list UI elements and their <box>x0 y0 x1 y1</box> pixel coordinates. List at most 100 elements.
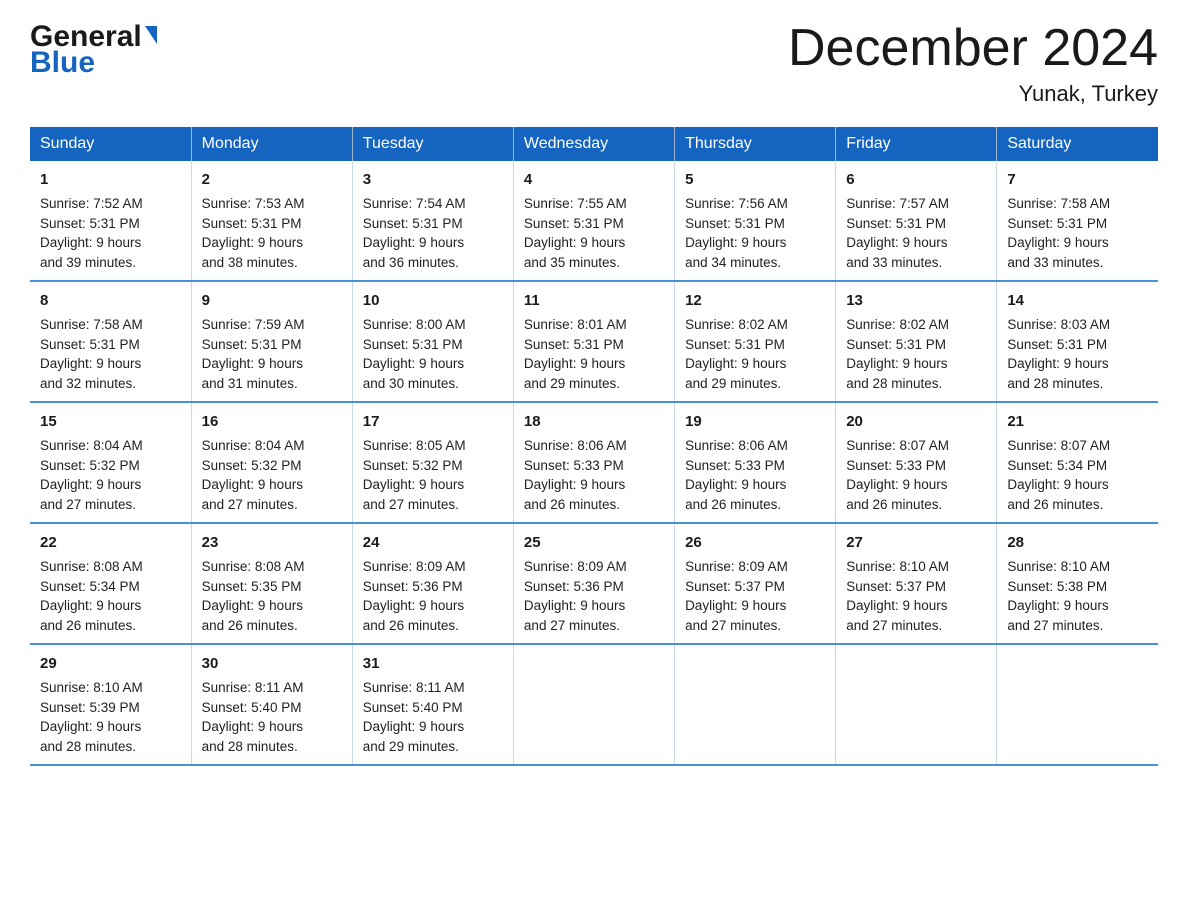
day-number: 2 <box>202 169 342 191</box>
calendar-cell <box>675 644 836 765</box>
cell-info: Sunrise: 8:08 AMSunset: 5:34 PMDaylight:… <box>40 559 143 633</box>
calendar-cell: 15 Sunrise: 8:04 AMSunset: 5:32 PMDayligh… <box>30 402 191 523</box>
page-header: General Blue December 2024 Yunak, Turkey <box>30 20 1158 107</box>
day-number: 30 <box>202 653 342 675</box>
calendar-subtitle: Yunak, Turkey <box>788 81 1158 107</box>
cell-info: Sunrise: 7:56 AMSunset: 5:31 PMDaylight:… <box>685 196 788 270</box>
col-wednesday: Wednesday <box>513 127 674 161</box>
day-number: 23 <box>202 532 342 554</box>
logo-triangle-icon <box>145 26 157 44</box>
day-number: 10 <box>363 290 503 312</box>
calendar-header-row: Sunday Monday Tuesday Wednesday Thursday… <box>30 127 1158 161</box>
cell-info: Sunrise: 8:09 AMSunset: 5:36 PMDaylight:… <box>363 559 466 633</box>
title-block: December 2024 Yunak, Turkey <box>788 20 1158 107</box>
calendar-cell: 4 Sunrise: 7:55 AMSunset: 5:31 PMDaylight… <box>513 161 674 281</box>
day-number: 22 <box>40 532 181 554</box>
cell-info: Sunrise: 7:52 AMSunset: 5:31 PMDaylight:… <box>40 196 143 270</box>
cell-info: Sunrise: 7:55 AMSunset: 5:31 PMDaylight:… <box>524 196 627 270</box>
cell-info: Sunrise: 8:02 AMSunset: 5:31 PMDaylight:… <box>685 317 788 391</box>
cell-info: Sunrise: 8:03 AMSunset: 5:31 PMDaylight:… <box>1007 317 1110 391</box>
cell-info: Sunrise: 7:57 AMSunset: 5:31 PMDaylight:… <box>846 196 949 270</box>
calendar-cell: 18 Sunrise: 8:06 AMSunset: 5:33 PMDayligh… <box>513 402 674 523</box>
calendar-cell: 28 Sunrise: 8:10 AMSunset: 5:38 PMDayligh… <box>997 523 1158 644</box>
calendar-cell: 23Sunrise: 8:08 AMSunset: 5:35 PMDayligh… <box>191 523 352 644</box>
calendar-cell: 11Sunrise: 8:01 AMSunset: 5:31 PMDayligh… <box>513 281 674 402</box>
calendar-cell <box>836 644 997 765</box>
calendar-week-row: 8 Sunrise: 7:58 AMSunset: 5:31 PMDaylight… <box>30 281 1158 402</box>
calendar-cell: 19Sunrise: 8:06 AMSunset: 5:33 PMDayligh… <box>675 402 836 523</box>
cell-info: Sunrise: 7:54 AMSunset: 5:31 PMDaylight:… <box>363 196 466 270</box>
calendar-cell: 21Sunrise: 8:07 AMSunset: 5:34 PMDayligh… <box>997 402 1158 523</box>
cell-info: Sunrise: 8:07 AMSunset: 5:33 PMDaylight:… <box>846 438 949 512</box>
day-number: 11 <box>524 290 664 312</box>
calendar-cell: 30 Sunrise: 8:11 AMSunset: 5:40 PMDayligh… <box>191 644 352 765</box>
day-number: 24 <box>363 532 503 554</box>
day-number: 4 <box>524 169 664 191</box>
calendar-cell: 27 Sunrise: 8:10 AMSunset: 5:37 PMDayligh… <box>836 523 997 644</box>
cell-info: Sunrise: 8:10 AMSunset: 5:37 PMDaylight:… <box>846 559 949 633</box>
col-sunday: Sunday <box>30 127 191 161</box>
day-number: 9 <box>202 290 342 312</box>
cell-info: Sunrise: 8:10 AMSunset: 5:39 PMDaylight:… <box>40 680 143 754</box>
cell-info: Sunrise: 8:04 AMSunset: 5:32 PMDaylight:… <box>202 438 305 512</box>
calendar-cell: 12Sunrise: 8:02 AMSunset: 5:31 PMDayligh… <box>675 281 836 402</box>
day-number: 3 <box>363 169 503 191</box>
day-number: 21 <box>1007 411 1148 433</box>
cell-info: Sunrise: 8:11 AMSunset: 5:40 PMDaylight:… <box>363 680 465 754</box>
calendar-cell: 13 Sunrise: 8:02 AMSunset: 5:31 PMDayligh… <box>836 281 997 402</box>
calendar-cell: 8 Sunrise: 7:58 AMSunset: 5:31 PMDaylight… <box>30 281 191 402</box>
col-thursday: Thursday <box>675 127 836 161</box>
cell-info: Sunrise: 8:04 AMSunset: 5:32 PMDaylight:… <box>40 438 143 512</box>
cell-info: Sunrise: 7:58 AMSunset: 5:31 PMDaylight:… <box>40 317 143 391</box>
cell-info: Sunrise: 8:02 AMSunset: 5:31 PMDaylight:… <box>846 317 949 391</box>
cell-info: Sunrise: 8:00 AMSunset: 5:31 PMDaylight:… <box>363 317 466 391</box>
day-number: 18 <box>524 411 664 433</box>
col-saturday: Saturday <box>997 127 1158 161</box>
day-number: 25 <box>524 532 664 554</box>
cell-info: Sunrise: 8:06 AMSunset: 5:33 PMDaylight:… <box>685 438 788 512</box>
calendar-cell: 5Sunrise: 7:56 AMSunset: 5:31 PMDaylight… <box>675 161 836 281</box>
day-number: 28 <box>1007 532 1148 554</box>
calendar-cell: 25 Sunrise: 8:09 AMSunset: 5:36 PMDayligh… <box>513 523 674 644</box>
col-tuesday: Tuesday <box>352 127 513 161</box>
cell-info: Sunrise: 7:53 AMSunset: 5:31 PMDaylight:… <box>202 196 305 270</box>
cell-info: Sunrise: 8:06 AMSunset: 5:33 PMDaylight:… <box>524 438 627 512</box>
day-number: 7 <box>1007 169 1148 191</box>
calendar-cell: 24 Sunrise: 8:09 AMSunset: 5:36 PMDayligh… <box>352 523 513 644</box>
calendar-cell: 14 Sunrise: 8:03 AMSunset: 5:31 PMDayligh… <box>997 281 1158 402</box>
day-number: 15 <box>40 411 181 433</box>
calendar-cell: 3 Sunrise: 7:54 AMSunset: 5:31 PMDaylight… <box>352 161 513 281</box>
calendar-cell: 20 Sunrise: 8:07 AMSunset: 5:33 PMDayligh… <box>836 402 997 523</box>
logo-blue: Blue <box>30 46 95 80</box>
day-number: 13 <box>846 290 986 312</box>
calendar-cell: 1Sunrise: 7:52 AMSunset: 5:31 PMDaylight… <box>30 161 191 281</box>
day-number: 17 <box>363 411 503 433</box>
cell-info: Sunrise: 8:10 AMSunset: 5:38 PMDaylight:… <box>1007 559 1110 633</box>
calendar-cell: 6 Sunrise: 7:57 AMSunset: 5:31 PMDaylight… <box>836 161 997 281</box>
cell-info: Sunrise: 8:05 AMSunset: 5:32 PMDaylight:… <box>363 438 466 512</box>
day-number: 26 <box>685 532 825 554</box>
calendar-cell <box>997 644 1158 765</box>
calendar-cell: 10 Sunrise: 8:00 AMSunset: 5:31 PMDayligh… <box>352 281 513 402</box>
day-number: 16 <box>202 411 342 433</box>
col-friday: Friday <box>836 127 997 161</box>
day-number: 29 <box>40 653 181 675</box>
cell-info: Sunrise: 7:59 AMSunset: 5:31 PMDaylight:… <box>202 317 305 391</box>
day-number: 6 <box>846 169 986 191</box>
calendar-cell: 2 Sunrise: 7:53 AMSunset: 5:31 PMDaylight… <box>191 161 352 281</box>
day-number: 31 <box>363 653 503 675</box>
calendar-cell: 29 Sunrise: 8:10 AMSunset: 5:39 PMDayligh… <box>30 644 191 765</box>
cell-info: Sunrise: 7:58 AMSunset: 5:31 PMDaylight:… <box>1007 196 1110 270</box>
day-number: 8 <box>40 290 181 312</box>
day-number: 14 <box>1007 290 1148 312</box>
cell-info: Sunrise: 8:09 AMSunset: 5:36 PMDaylight:… <box>524 559 627 633</box>
col-monday: Monday <box>191 127 352 161</box>
calendar-cell: 17 Sunrise: 8:05 AMSunset: 5:32 PMDayligh… <box>352 402 513 523</box>
calendar-cell: 22 Sunrise: 8:08 AMSunset: 5:34 PMDayligh… <box>30 523 191 644</box>
calendar-week-row: 1Sunrise: 7:52 AMSunset: 5:31 PMDaylight… <box>30 161 1158 281</box>
day-number: 27 <box>846 532 986 554</box>
calendar-cell: 7 Sunrise: 7:58 AMSunset: 5:31 PMDaylight… <box>997 161 1158 281</box>
cell-info: Sunrise: 8:11 AMSunset: 5:40 PMDaylight:… <box>202 680 304 754</box>
calendar-title: December 2024 <box>788 20 1158 77</box>
day-number: 20 <box>846 411 986 433</box>
